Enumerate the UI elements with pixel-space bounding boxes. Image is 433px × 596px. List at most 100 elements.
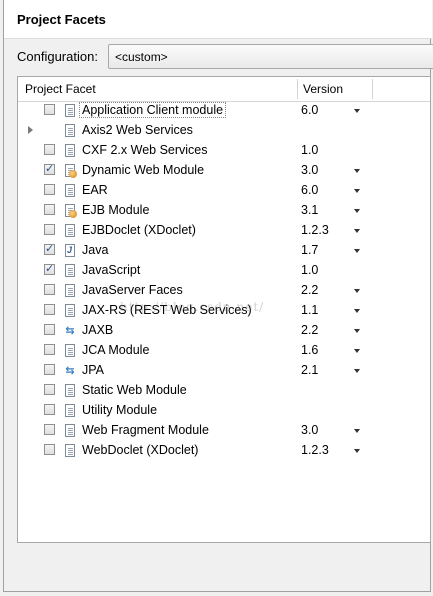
facet-checkbox[interactable] bbox=[44, 162, 55, 175]
facet-checkbox[interactable] bbox=[44, 344, 55, 355]
column-separator[interactable] bbox=[297, 79, 298, 99]
page-icon bbox=[63, 403, 77, 418]
version-dropdown-icon[interactable] bbox=[354, 349, 360, 353]
page-icon bbox=[63, 143, 77, 158]
arrows-icon: ⇆ bbox=[65, 324, 75, 337]
facet-checkbox[interactable] bbox=[44, 284, 55, 295]
facet-name: Web Fragment Module bbox=[82, 423, 209, 437]
facet-checkbox[interactable] bbox=[44, 324, 55, 335]
facet-checkbox[interactable] bbox=[44, 242, 55, 255]
facet-version[interactable]: 3.0 bbox=[301, 163, 318, 177]
facet-name: CXF 2.x Web Services bbox=[82, 143, 208, 157]
facet-version[interactable]: 1.7 bbox=[301, 243, 318, 257]
page-icon bbox=[63, 443, 77, 458]
table-row[interactable]: J Java 1.7 bbox=[18, 241, 430, 261]
facet-name: JPA bbox=[82, 363, 104, 377]
facet-name: EAR bbox=[82, 183, 108, 197]
version-dropdown-icon[interactable] bbox=[354, 109, 360, 113]
page-icon bbox=[63, 303, 77, 318]
configuration-label: Configuration: bbox=[17, 49, 98, 64]
page-icon bbox=[63, 223, 77, 238]
facet-version[interactable]: 3.1 bbox=[301, 203, 318, 217]
version-dropdown-icon[interactable] bbox=[354, 429, 360, 433]
facet-version[interactable]: 3.0 bbox=[301, 423, 318, 437]
table-row[interactable]: Static Web Module bbox=[18, 381, 430, 401]
configuration-select[interactable]: <custom> bbox=[108, 44, 433, 69]
version-dropdown-icon[interactable] bbox=[354, 229, 360, 233]
facet-checkbox[interactable] bbox=[44, 404, 55, 415]
facet-checkbox[interactable] bbox=[44, 384, 55, 395]
table-row[interactable]: CXF 2.x Web Services 1.0 bbox=[18, 141, 430, 161]
java-icon: J bbox=[63, 243, 77, 258]
facet-checkbox[interactable] bbox=[44, 144, 55, 155]
version-dropdown-icon[interactable] bbox=[354, 169, 360, 173]
version-dropdown-icon[interactable] bbox=[354, 189, 360, 193]
header: Project Facets bbox=[4, 0, 432, 39]
page-icon bbox=[63, 283, 77, 298]
page-icon bbox=[63, 263, 77, 278]
version-dropdown-icon[interactable] bbox=[354, 309, 360, 313]
version-dropdown-icon[interactable] bbox=[354, 449, 360, 453]
table-row[interactable]: Axis2 Web Services bbox=[18, 121, 430, 141]
table-row[interactable]: Application Client module 6.0 bbox=[18, 101, 430, 121]
facet-version[interactable]: 1.6 bbox=[301, 343, 318, 357]
facet-version[interactable]: 6.0 bbox=[301, 103, 318, 117]
facet-checkbox[interactable] bbox=[44, 224, 55, 235]
column-header-facet[interactable]: Project Facet bbox=[25, 82, 96, 96]
facet-version[interactable]: 1.2.3 bbox=[301, 223, 329, 237]
page-title: Project Facets bbox=[17, 12, 106, 27]
facet-name: WebDoclet (XDoclet) bbox=[82, 443, 199, 457]
facet-name: JavaServer Faces bbox=[82, 283, 183, 297]
page-icon bbox=[63, 183, 77, 198]
table-row[interactable]: JavaServer Faces 2.2 bbox=[18, 281, 430, 301]
facet-version[interactable]: 1.2.3 bbox=[301, 443, 329, 457]
facet-name: EJBDoclet (XDoclet) bbox=[82, 223, 196, 237]
page-icon bbox=[63, 343, 77, 358]
table-row[interactable]: Web Fragment Module 3.0 bbox=[18, 421, 430, 441]
table-row[interactable]: ⇆ JPA 2.1 bbox=[18, 361, 430, 381]
table-row[interactable]: ⇆ JAXB 2.2 bbox=[18, 321, 430, 341]
facet-checkbox[interactable] bbox=[44, 444, 55, 455]
facet-version[interactable]: 2.1 bbox=[301, 363, 318, 377]
facet-checkbox[interactable] bbox=[44, 204, 55, 215]
table-row[interactable]: Dynamic Web Module 3.0 bbox=[18, 161, 430, 181]
page-icon bbox=[63, 103, 77, 118]
expand-arrow-icon[interactable] bbox=[28, 126, 33, 134]
facet-name: Utility Module bbox=[82, 403, 158, 417]
watermark: http://blog.csdn.net/ bbox=[120, 300, 265, 314]
column-separator[interactable] bbox=[372, 79, 373, 99]
facet-checkbox[interactable] bbox=[44, 184, 55, 195]
facet-checkbox[interactable] bbox=[44, 364, 55, 375]
facet-name: Application Client module bbox=[79, 102, 227, 118]
version-dropdown-icon[interactable] bbox=[354, 369, 360, 373]
facet-checkbox[interactable] bbox=[44, 262, 55, 275]
page-icon bbox=[63, 123, 77, 138]
table-row[interactable]: Utility Module bbox=[18, 401, 430, 421]
facet-checkbox[interactable] bbox=[44, 104, 55, 115]
web-module-icon bbox=[63, 163, 77, 178]
facet-version[interactable]: 2.2 bbox=[301, 323, 318, 337]
version-dropdown-icon[interactable] bbox=[354, 249, 360, 253]
version-dropdown-icon[interactable] bbox=[354, 289, 360, 293]
facet-version[interactable]: 1.1 bbox=[301, 303, 318, 317]
configuration-value: <custom> bbox=[115, 50, 168, 64]
facet-name: JCA Module bbox=[82, 343, 150, 357]
facet-version: 1.0 bbox=[301, 143, 319, 157]
facet-version[interactable]: 6.0 bbox=[301, 183, 318, 197]
facet-name: JAXB bbox=[82, 323, 114, 337]
facet-name: Axis2 Web Services bbox=[82, 123, 193, 137]
table-row[interactable]: EJB Module 3.1 bbox=[18, 201, 430, 221]
column-header-version[interactable]: Version bbox=[303, 82, 343, 96]
table-row[interactable]: JavaScript 1.0 bbox=[18, 261, 430, 281]
table-row[interactable]: EAR 6.0 bbox=[18, 181, 430, 201]
table-row[interactable]: JCA Module 1.6 bbox=[18, 341, 430, 361]
facet-checkbox[interactable] bbox=[44, 424, 55, 435]
version-dropdown-icon[interactable] bbox=[354, 209, 360, 213]
table-row[interactable]: EJBDoclet (XDoclet) 1.2.3 bbox=[18, 221, 430, 241]
table-header: Project Facet Version bbox=[18, 77, 430, 102]
facet-version[interactable]: 2.2 bbox=[301, 283, 318, 297]
version-dropdown-icon[interactable] bbox=[354, 329, 360, 333]
facet-checkbox[interactable] bbox=[44, 304, 55, 315]
table-row[interactable]: WebDoclet (XDoclet) 1.2.3 bbox=[18, 441, 430, 461]
page-icon bbox=[63, 423, 77, 438]
